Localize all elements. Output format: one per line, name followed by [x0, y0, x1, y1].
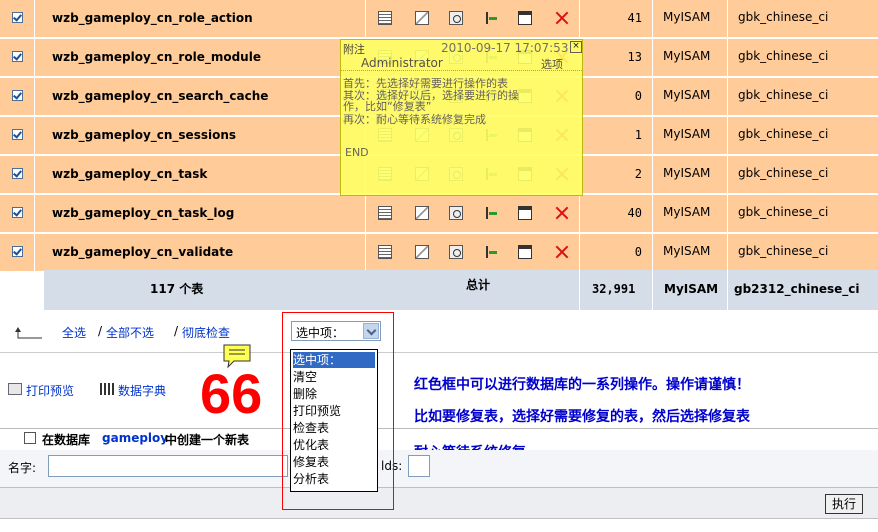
records-count: 1	[634, 128, 642, 142]
badge-number: 66	[200, 362, 263, 425]
print-icon	[8, 383, 22, 395]
name-label: 名字:	[8, 461, 37, 475]
row-checkbox[interactable]	[12, 207, 23, 218]
new-table-icon	[24, 432, 36, 444]
print-view-link[interactable]: 打印预览	[26, 382, 74, 399]
note-author: Administrator	[361, 56, 443, 70]
create-prefix: 在数据库	[42, 433, 91, 447]
table-name-link[interactable]: wzb_gameploy_cn_search_cache	[52, 89, 268, 103]
drop-icon[interactable]	[555, 206, 569, 220]
check-all-link[interactable]: 全选	[62, 324, 86, 341]
create-db-link[interactable]: gameploy	[102, 431, 168, 445]
collation: gbk_chinese_ci	[738, 127, 829, 141]
collation: gbk_chinese_ci	[738, 49, 829, 63]
structure-icon[interactable]	[415, 11, 429, 25]
table-name-link[interactable]: wzb_gameploy_cn_task_log	[52, 206, 234, 220]
collation: gbk_chinese_ci	[738, 166, 829, 180]
execute-button[interactable]: 执行	[825, 494, 863, 514]
engine-type: MyISAM	[663, 166, 711, 180]
note-menu[interactable]: 选项	[541, 56, 563, 72]
row-checkbox[interactable]	[12, 246, 23, 257]
browse-icon[interactable]	[378, 206, 392, 220]
sticky-note[interactable]: 附注 2010-09-17 17:07:53 × Administrator 选…	[340, 39, 583, 196]
table-name-link[interactable]: wzb_gameploy_cn_validate	[52, 245, 233, 259]
records-count: 0	[634, 89, 642, 103]
records-count: 0	[634, 245, 642, 259]
collation: gbk_chinese_ci	[738, 244, 829, 258]
select-arrow-icon	[14, 326, 44, 340]
engine-type: MyISAM	[663, 205, 711, 219]
engine-type: MyISAM	[663, 49, 711, 63]
table-name-input[interactable]	[48, 455, 288, 477]
note-timestamp: 2010-09-17 17:07:53	[441, 41, 569, 55]
dictionary-icon	[100, 383, 114, 395]
data-dictionary-link[interactable]: 数据字典	[118, 382, 166, 399]
browse-icon[interactable]	[378, 245, 392, 259]
table-row[interactable]: wzb_gameploy_cn_role_action 41 MyISAM gbk_c…	[0, 0, 878, 38]
close-icon[interactable]: ×	[570, 41, 582, 53]
summary-collation: gb2312_chinese_ci	[734, 282, 860, 296]
summary-records: 32,991	[592, 282, 636, 296]
records-count: 13	[627, 50, 642, 64]
structure-icon[interactable]	[415, 245, 429, 259]
table-name-link[interactable]: wzb_gameploy_cn_task	[52, 167, 207, 181]
note-tag: 附注	[343, 43, 365, 56]
note-line-3: 作，比如“修复表”	[343, 100, 432, 113]
summary-tables: 117 个表	[150, 282, 204, 296]
engine-type: MyISAM	[663, 127, 711, 141]
table-row[interactable]: wzb_gameploy_cn_task_log 40 MyISAM gbk_chin…	[0, 195, 878, 233]
records-count: 40	[627, 206, 642, 220]
search-icon[interactable]	[449, 11, 463, 25]
check-overhead-link[interactable]: 彻底检查	[182, 324, 230, 341]
drop-icon[interactable]	[555, 11, 569, 25]
engine-type: MyISAM	[663, 244, 711, 258]
highlight-box	[282, 312, 394, 510]
records-count: 41	[627, 11, 642, 25]
annotation-1: 红色框中可以进行数据库的一系列操作。操作请谨慎！	[414, 377, 750, 393]
row-checkbox[interactable]	[12, 90, 23, 101]
browse-icon[interactable]	[378, 11, 392, 25]
summary-total-label: 总计	[466, 278, 491, 292]
row-checkbox[interactable]	[12, 168, 23, 179]
create-suffix: 中创建一个新表	[165, 433, 250, 447]
records-count: 2	[634, 167, 642, 181]
row-checkbox[interactable]	[12, 12, 23, 23]
collation: gbk_chinese_ci	[738, 10, 829, 24]
action-bar	[0, 487, 878, 519]
drop-icon[interactable]	[555, 245, 569, 259]
table-name-link[interactable]: wzb_gameploy_cn_sessions	[52, 128, 236, 142]
uncheck-all-link[interactable]: 全部不选	[106, 324, 154, 341]
search-icon[interactable]	[449, 206, 463, 220]
table-name-link[interactable]: wzb_gameploy_cn_role_module	[52, 50, 261, 64]
fields-count-input[interactable]	[408, 455, 430, 477]
collation: gbk_chinese_ci	[738, 88, 829, 102]
engine-type: MyISAM	[663, 88, 711, 102]
structure-icon[interactable]	[415, 206, 429, 220]
note-end: END	[345, 146, 369, 159]
empty-icon[interactable]	[518, 206, 532, 220]
table-row[interactable]: wzb_gameploy_cn_validate 0 MyISAM gbk_chine…	[0, 234, 878, 272]
empty-icon[interactable]	[518, 245, 532, 259]
collation: gbk_chinese_ci	[738, 205, 829, 219]
summary-row: 117 个表 总计 32,991 MyISAM gb2312_chinese_c…	[44, 270, 878, 310]
search-icon[interactable]	[449, 245, 463, 259]
note-line-1: 首先：先选择好需要进行操作的表	[343, 77, 508, 90]
engine-type: MyISAM	[663, 10, 711, 24]
empty-icon[interactable]	[518, 11, 532, 25]
annotation-2: 比如要修复表，选择好需要修复的表，然后选择修复表	[414, 409, 750, 425]
summary-engine: MyISAM	[664, 282, 719, 296]
table-name-link[interactable]: wzb_gameploy_cn_role_action	[52, 11, 253, 25]
note-line-4: 再次：耐心等待系统修复完成	[343, 113, 486, 126]
insert-icon[interactable]	[484, 206, 498, 220]
row-checkbox[interactable]	[12, 51, 23, 62]
insert-icon[interactable]	[484, 11, 498, 25]
insert-icon[interactable]	[484, 245, 498, 259]
row-checkbox[interactable]	[12, 129, 23, 140]
